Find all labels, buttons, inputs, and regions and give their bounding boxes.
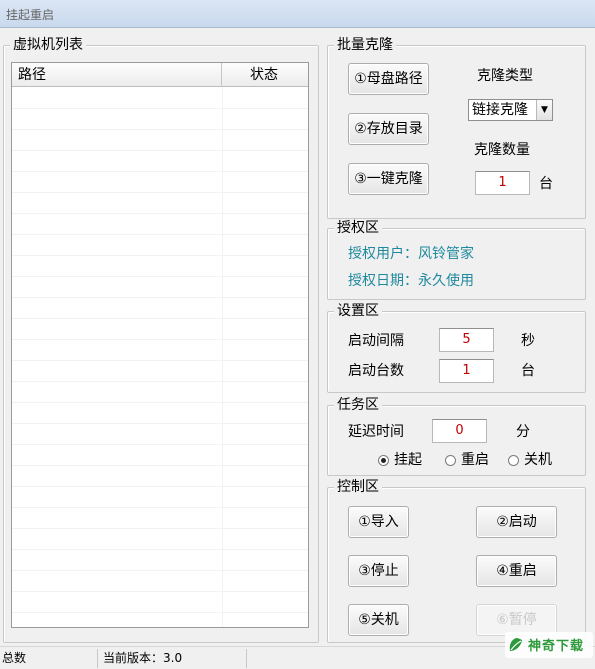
start-interval-input[interactable]: 5 (439, 328, 494, 352)
start-count-unit: 台 (521, 363, 535, 379)
clone-type-value: 链接克隆 (472, 102, 528, 118)
start-button[interactable]: ②启动 (476, 506, 557, 538)
table-row-divider (12, 444, 308, 445)
start-count-label: 启动台数 (348, 363, 404, 379)
status-version: 当前版本：3.0 (101, 649, 247, 668)
title-bar: 挂起重启 (0, 0, 595, 28)
auth-date: 授权日期：永久使用 (348, 273, 474, 289)
vm-table-header: 路径 状态 (12, 63, 308, 87)
parent-disk-path-button[interactable]: ①母盘路径 (348, 63, 429, 95)
column-divider (222, 87, 223, 627)
table-row-divider (12, 339, 308, 340)
table-row-divider (12, 402, 308, 403)
table-row-divider (12, 318, 308, 319)
settings-legend: 设置区 (334, 303, 382, 319)
stop-button[interactable]: ③停止 (348, 555, 409, 587)
task-legend: 任务区 (334, 397, 382, 413)
leaf-logo-icon (509, 638, 522, 651)
vm-list-legend: 虚拟机列表 (10, 37, 86, 53)
table-row-divider (12, 276, 308, 277)
table-row-divider (12, 423, 308, 424)
table-row-divider (12, 234, 308, 235)
clone-count-input[interactable]: 1 (475, 171, 530, 195)
table-row-divider (12, 255, 308, 256)
table-row-divider (12, 213, 308, 214)
delay-time-label: 延迟时间 (348, 424, 404, 440)
table-row-divider (12, 612, 308, 613)
start-interval-label: 启动间隔 (348, 333, 404, 349)
table-row-divider (12, 192, 308, 193)
table-row-divider (12, 570, 308, 571)
radio-suspend[interactable] (378, 455, 389, 466)
table-row-divider (12, 360, 308, 361)
table-row-divider (12, 486, 308, 487)
radio-shutdown[interactable] (508, 455, 519, 466)
watermark-logo: 神奇下载 (505, 632, 593, 658)
table-row-divider (12, 381, 308, 382)
table-row-divider (12, 549, 308, 550)
restart-button[interactable]: ④重启 (476, 555, 557, 587)
watermark-text: 神奇下载 (528, 639, 585, 654)
control-legend: 控制区 (334, 479, 382, 495)
radio-restart-label[interactable]: 重启 (461, 451, 489, 469)
delay-time-unit: 分 (516, 424, 530, 440)
table-row-divider (12, 507, 308, 508)
table-row-divider (12, 171, 308, 172)
table-row-divider (12, 528, 308, 529)
status-total: 总数 (0, 649, 98, 668)
radio-shutdown-label[interactable]: 关机 (524, 451, 552, 469)
chevron-down-icon[interactable]: ▼ (536, 100, 552, 120)
delay-time-input[interactable]: 0 (432, 419, 487, 443)
clone-type-select[interactable]: 链接克隆 ▼ (468, 99, 553, 121)
clone-type-label: 克隆类型 (477, 68, 533, 84)
store-directory-button[interactable]: ②存放目录 (348, 113, 429, 145)
table-row-divider (12, 591, 308, 592)
table-row-divider (12, 150, 308, 151)
clone-count-unit: 台 (539, 176, 553, 192)
start-count-input[interactable]: 1 (439, 359, 494, 383)
radio-restart[interactable] (445, 455, 456, 466)
start-interval-unit: 秒 (521, 333, 535, 349)
clone-count-label: 克隆数量 (474, 142, 530, 158)
shutdown-button[interactable]: ⑤关机 (348, 604, 409, 636)
table-row-divider (12, 297, 308, 298)
table-row-divider (12, 129, 308, 130)
vm-table[interactable]: 路径 状态 (11, 62, 309, 628)
one-click-clone-button[interactable]: ③一键克隆 (348, 163, 429, 195)
window-title: 挂起重启 (6, 8, 55, 22)
column-header-status[interactable]: 状态 (222, 63, 308, 87)
auth-legend: 授权区 (334, 220, 382, 236)
batch-clone-legend: 批量克隆 (334, 37, 396, 53)
auth-user: 授权用户：风铃管家 (348, 246, 474, 262)
import-button[interactable]: ①导入 (348, 506, 409, 538)
table-row-divider (12, 108, 308, 109)
radio-suspend-label[interactable]: 挂起 (394, 451, 422, 469)
column-header-path[interactable]: 路径 (12, 63, 222, 87)
table-row-divider (12, 465, 308, 466)
